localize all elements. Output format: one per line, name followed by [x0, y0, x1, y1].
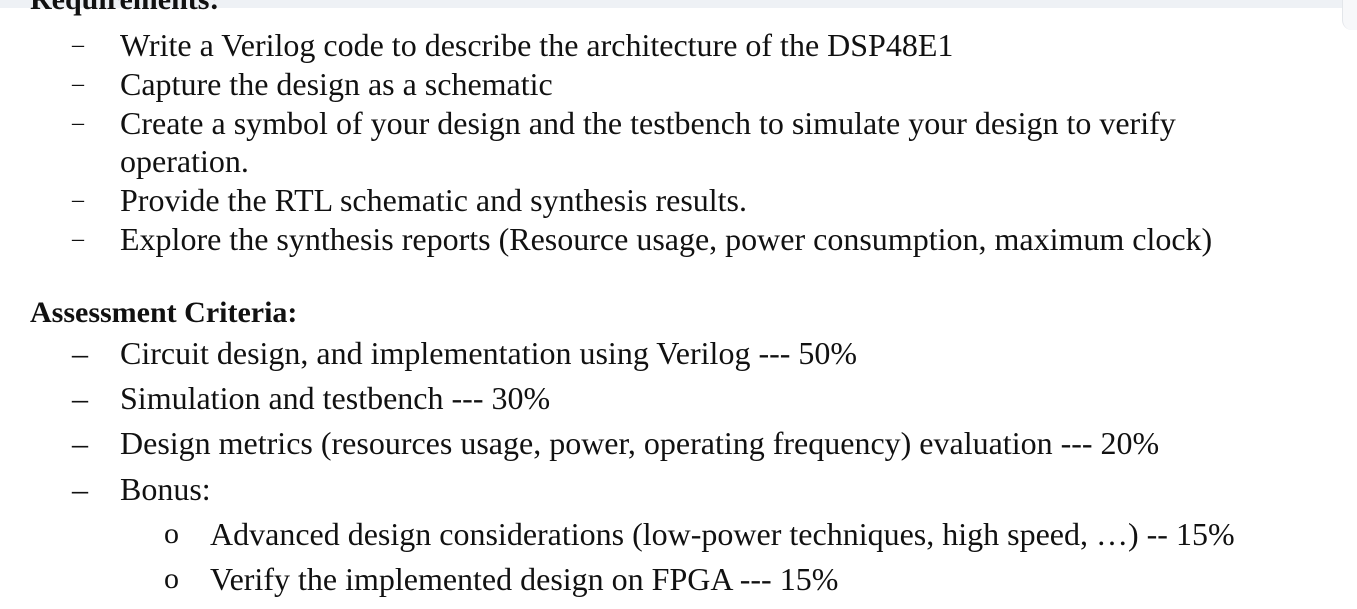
requirement-text: Explore the synthesis reports (Resource …	[120, 221, 1213, 257]
list-item: – Create a symbol of your design and the…	[72, 104, 1176, 142]
bonus-text: Verify the implemented design on FPGA --…	[210, 561, 839, 597]
criterion-text: Bonus:	[120, 471, 211, 507]
bonus-item: o Advanced design considerations (low-po…	[164, 515, 1235, 553]
dash-marker: –	[72, 71, 84, 97]
list-item: – Simulation and testbench --- 30%	[72, 379, 551, 417]
dash-marker: –	[72, 425, 88, 461]
bullet-marker: o	[164, 562, 179, 595]
dash-marker: –	[72, 335, 88, 371]
requirement-text: Provide the RTL schematic and synthesis …	[120, 182, 747, 218]
requirement-text: Capture the design as a schematic	[120, 66, 553, 102]
requirement-text: Create a symbol of your design and the t…	[120, 105, 1176, 141]
criterion-text: Design metrics (resources usage, power, …	[120, 425, 1160, 461]
dash-marker: –	[72, 187, 84, 213]
list-item: – Circuit design, and implementation usi…	[72, 334, 858, 372]
bullet-marker: o	[164, 517, 179, 550]
list-item: – Write a Verilog code to describe the a…	[72, 26, 954, 64]
dash-marker: –	[72, 226, 84, 252]
dash-marker: –	[72, 110, 84, 136]
dash-marker: –	[72, 380, 88, 416]
list-item: – Bonus:	[72, 470, 211, 508]
assessment-heading: Assessment Criteria:	[30, 296, 298, 329]
bonus-item: o Verify the implemented design on FPGA …	[164, 560, 839, 598]
scrollbar-corner	[1342, 0, 1357, 30]
bonus-text: Advanced design considerations (low-powe…	[210, 516, 1235, 552]
list-item: – Provide the RTL schematic and synthesi…	[72, 181, 747, 219]
requirement-text: Write a Verilog code to describe the arc…	[120, 27, 954, 63]
list-item-continuation: operation.	[120, 142, 249, 180]
criterion-text: Simulation and testbench --- 30%	[120, 380, 551, 416]
list-item: – Explore the synthesis reports (Resourc…	[72, 220, 1213, 258]
requirements-heading: Requirements:	[30, 0, 219, 16]
dash-marker: –	[72, 471, 88, 507]
list-item: – Design metrics (resources usage, power…	[72, 424, 1160, 462]
requirement-text: operation.	[120, 143, 249, 179]
list-item: – Capture the design as a schematic	[72, 65, 553, 103]
dash-marker: –	[72, 32, 84, 58]
criterion-text: Circuit design, and implementation using…	[120, 335, 858, 371]
